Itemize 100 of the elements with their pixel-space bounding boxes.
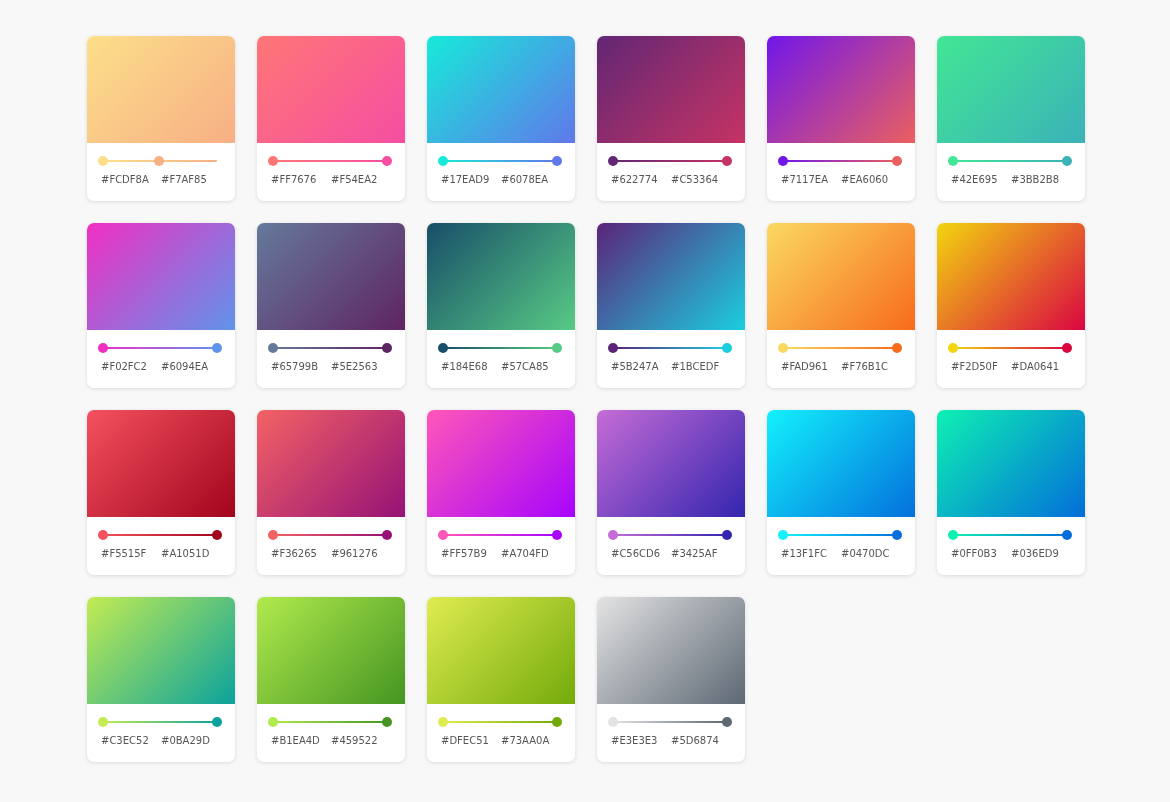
end-handle[interactable] <box>382 156 392 166</box>
color-code: #57CA85 <box>501 361 550 372</box>
gradient-slider[interactable] <box>608 530 732 540</box>
gradient-slider[interactable] <box>438 530 562 540</box>
gradient-slider[interactable] <box>778 343 902 353</box>
start-handle[interactable] <box>98 717 108 727</box>
gradient-slider[interactable] <box>98 717 222 727</box>
start-handle[interactable] <box>98 156 108 166</box>
gradient-slider[interactable] <box>948 343 1072 353</box>
color-code: #5E2563 <box>331 361 379 372</box>
gradient-slider[interactable] <box>608 343 732 353</box>
start-handle[interactable] <box>268 717 278 727</box>
color-code: #17EAD9 <box>441 174 491 185</box>
color-code: #0470DC <box>841 548 891 559</box>
start-handle[interactable] <box>438 717 448 727</box>
color-code: #FAD961 <box>781 361 829 372</box>
end-handle[interactable] <box>153 156 164 166</box>
gradient-slider[interactable] <box>778 156 902 166</box>
color-code: #184E68 <box>441 361 489 372</box>
color-code: #F54EA2 <box>331 174 379 185</box>
gradient-slider[interactable] <box>948 530 1072 540</box>
color-code: #FF57B9 <box>441 548 488 559</box>
gradient-slider[interactable] <box>268 530 392 540</box>
end-handle[interactable] <box>1062 530 1072 540</box>
color-code: #6078EA <box>501 174 549 185</box>
end-handle[interactable] <box>552 530 562 540</box>
color-code: #C56CD6 <box>611 548 662 559</box>
color-code: #FF7676 <box>271 174 318 185</box>
start-handle[interactable] <box>268 343 278 353</box>
color-code: #DA0641 <box>1011 361 1061 372</box>
color-code: #0FF0B3 <box>951 548 998 559</box>
gradient-slider[interactable] <box>268 717 392 727</box>
gradient-slider[interactable] <box>268 156 392 166</box>
color-code: #F76B1C <box>841 361 890 372</box>
start-handle[interactable] <box>608 717 618 727</box>
end-handle[interactable] <box>722 530 732 540</box>
end-handle[interactable] <box>382 717 392 727</box>
color-code: #961276 <box>331 548 379 559</box>
end-handle[interactable] <box>722 717 732 727</box>
end-handle[interactable] <box>212 717 222 727</box>
color-code: #F7AF85 <box>161 174 208 185</box>
end-handle[interactable] <box>382 530 392 540</box>
start-handle[interactable] <box>438 156 448 166</box>
end-handle[interactable] <box>892 343 902 353</box>
start-handle[interactable] <box>268 156 278 166</box>
color-code: #A704FD <box>501 548 550 559</box>
color-code: #EA6060 <box>841 174 889 185</box>
start-handle[interactable] <box>778 343 788 353</box>
color-code: #6094EA <box>161 361 209 372</box>
gradient-slider[interactable] <box>268 343 392 353</box>
gradient-slider[interactable] <box>608 156 732 166</box>
end-handle[interactable] <box>1062 343 1072 353</box>
color-code: #7117EA <box>781 174 829 185</box>
start-handle[interactable] <box>948 530 958 540</box>
start-handle[interactable] <box>438 343 448 353</box>
end-handle[interactable] <box>722 156 732 166</box>
gradient-slider[interactable] <box>438 717 562 727</box>
start-handle[interactable] <box>98 343 108 353</box>
color-code: #E3E3E3 <box>611 735 659 746</box>
end-handle[interactable] <box>892 530 902 540</box>
color-code: #F2D50F <box>951 361 999 372</box>
start-handle[interactable] <box>98 530 108 540</box>
end-handle[interactable] <box>722 343 732 353</box>
color-code: #DFEC51 <box>441 735 490 746</box>
color-code: #F5515F <box>101 548 148 559</box>
gradient-slider[interactable] <box>608 717 732 727</box>
color-code: #3BB2B8 <box>1011 174 1061 185</box>
start-handle[interactable] <box>948 343 958 353</box>
color-code: #42E695 <box>951 174 999 185</box>
start-handle[interactable] <box>948 156 958 166</box>
gradient-slider[interactable] <box>438 343 562 353</box>
start-handle[interactable] <box>778 156 788 166</box>
end-handle[interactable] <box>212 530 222 540</box>
color-code: #73AA0A <box>501 735 551 746</box>
start-handle[interactable] <box>438 530 448 540</box>
gradient-slider[interactable] <box>98 530 222 540</box>
color-code: #5B247A <box>611 361 660 372</box>
start-handle[interactable] <box>268 530 278 540</box>
color-code: #65799B <box>271 361 320 372</box>
color-code: #13F1FC <box>781 548 828 559</box>
gradient-slider[interactable] <box>778 530 902 540</box>
start-handle[interactable] <box>778 530 788 540</box>
color-code: #A1051D <box>161 548 211 559</box>
end-handle[interactable] <box>552 156 562 166</box>
start-handle[interactable] <box>608 530 618 540</box>
color-code: #B1EA4D <box>271 735 321 746</box>
end-handle[interactable] <box>552 717 562 727</box>
end-handle[interactable] <box>382 343 392 353</box>
start-handle[interactable] <box>608 156 618 166</box>
gradient-slider[interactable] <box>98 343 222 353</box>
color-code: #C53364 <box>671 174 720 185</box>
gradient-slider[interactable] <box>438 156 562 166</box>
gradient-slider[interactable] <box>948 156 1072 166</box>
end-handle[interactable] <box>552 343 562 353</box>
end-handle[interactable] <box>212 343 222 353</box>
end-handle[interactable] <box>892 156 902 166</box>
end-handle[interactable] <box>1062 156 1072 166</box>
color-code: #FCDF8A <box>101 174 150 185</box>
start-handle[interactable] <box>608 343 618 353</box>
color-code: #1BCEDF <box>671 361 721 372</box>
